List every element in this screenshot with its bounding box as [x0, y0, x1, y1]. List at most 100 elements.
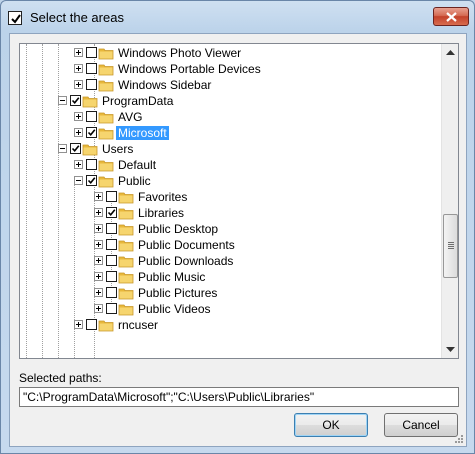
tree-item[interactable]: Favorites	[20, 189, 440, 205]
resize-grip-icon[interactable]	[454, 434, 464, 444]
tree-item[interactable]: ProgramData	[20, 93, 440, 109]
folder-icon	[98, 61, 114, 77]
tree-checkbox[interactable]	[86, 63, 97, 74]
expand-icon[interactable]	[94, 304, 103, 313]
scroll-up-button[interactable]	[442, 44, 458, 61]
expand-icon[interactable]	[74, 112, 83, 121]
checkbox-app-icon	[8, 11, 22, 25]
tree-item-label[interactable]: Windows Photo Viewer	[116, 46, 243, 60]
tree-item-label[interactable]: Public Music	[136, 270, 207, 284]
folder-icon	[98, 109, 114, 125]
tree-item-label[interactable]: Default	[116, 158, 158, 172]
tree-item-label[interactable]: Users	[100, 142, 135, 156]
expand-icon[interactable]	[74, 128, 83, 137]
tree-checkbox[interactable]	[106, 207, 117, 218]
tree-item-label[interactable]: Favorites	[136, 190, 189, 204]
thumb-grip-line	[448, 248, 454, 249]
tree-item-label[interactable]: Public Videos	[136, 302, 213, 316]
tree-item[interactable]: Public	[20, 173, 440, 189]
tree-item[interactable]: Microsoft	[20, 125, 440, 141]
folder-icon	[118, 301, 134, 317]
tree-item[interactable]: Public Music	[20, 269, 440, 285]
tree-item[interactable]: Public Videos	[20, 301, 440, 317]
ok-button[interactable]: OK	[294, 413, 368, 437]
tree-checkbox[interactable]	[70, 95, 81, 106]
thumb-grip-line	[448, 242, 454, 243]
tree-item-label[interactable]: Windows Portable Devices	[116, 62, 263, 76]
tree-checkbox[interactable]	[86, 79, 97, 90]
tree-checkbox[interactable]	[106, 303, 117, 314]
tree-item-label[interactable]: Microsoft	[116, 126, 169, 140]
expand-icon[interactable]	[94, 288, 103, 297]
tree-item-label[interactable]: Public Downloads	[136, 254, 235, 268]
expand-icon[interactable]	[94, 224, 103, 233]
tree-item[interactable]: Default	[20, 157, 440, 173]
tree-checkbox[interactable]	[106, 287, 117, 298]
expand-icon[interactable]	[74, 48, 83, 57]
window-title: Select the areas	[30, 10, 124, 25]
tree-item[interactable]: Users	[20, 141, 440, 157]
dialog-client-area: Windows Photo Viewer Windows Portable Dev…	[9, 33, 467, 447]
thumb-grip-line	[448, 246, 454, 247]
selected-paths-field[interactable]: "C:\ProgramData\Microsoft";"C:\Users\Pub…	[19, 387, 459, 407]
cancel-button[interactable]: Cancel	[384, 413, 458, 437]
expand-icon[interactable]	[74, 320, 83, 329]
tree-item-label[interactable]: rncuser	[116, 318, 160, 332]
tree-item-label[interactable]: Windows Sidebar	[116, 78, 213, 92]
collapse-icon[interactable]	[58, 144, 67, 153]
tree-checkbox[interactable]	[106, 191, 117, 202]
tree-item-label[interactable]: Public Desktop	[136, 222, 220, 236]
folder-icon	[118, 269, 134, 285]
tree-item-label[interactable]: Public	[116, 174, 153, 188]
tree-item-label[interactable]: Public Documents	[136, 238, 237, 252]
tree-item-label[interactable]: ProgramData	[100, 94, 175, 108]
tree-item[interactable]: Windows Sidebar	[20, 77, 440, 93]
folder-icon	[98, 317, 114, 333]
tree-item[interactable]: Public Downloads	[20, 253, 440, 269]
tree-item[interactable]: AVG	[20, 109, 440, 125]
tree-item[interactable]: Public Desktop	[20, 221, 440, 237]
scroll-thumb[interactable]	[443, 214, 458, 278]
scroll-down-button[interactable]	[442, 341, 458, 358]
folder-icon	[118, 221, 134, 237]
expand-icon[interactable]	[74, 160, 83, 169]
expand-icon[interactable]	[94, 256, 103, 265]
tree-checkbox[interactable]	[106, 271, 117, 282]
expand-icon[interactable]	[94, 240, 103, 249]
tree-item-label[interactable]: Public Pictures	[136, 286, 219, 300]
tree-item[interactable]: Windows Portable Devices	[20, 61, 440, 77]
tree-checkbox[interactable]	[86, 47, 97, 58]
expand-icon[interactable]	[74, 80, 83, 89]
tree-checkbox[interactable]	[86, 159, 97, 170]
collapse-icon[interactable]	[58, 96, 67, 105]
tree-checkbox[interactable]	[70, 143, 81, 154]
expand-icon[interactable]	[94, 208, 103, 217]
dialog-window: Select the areas Windows Photo Viewer Win…	[0, 0, 475, 454]
folder-tree[interactable]: Windows Photo Viewer Windows Portable Dev…	[19, 43, 459, 359]
tree-checkbox[interactable]	[106, 223, 117, 234]
expand-icon[interactable]	[74, 64, 83, 73]
tree-checkbox[interactable]	[86, 127, 97, 138]
vertical-scrollbar[interactable]	[441, 44, 458, 358]
tree-item-label[interactable]: AVG	[116, 110, 144, 124]
expand-icon[interactable]	[94, 272, 103, 281]
tree-checkbox[interactable]	[106, 239, 117, 250]
folder-icon	[98, 173, 114, 189]
title-bar[interactable]: Select the areas	[1, 1, 474, 34]
tree-checkbox[interactable]	[106, 255, 117, 266]
tree-checkbox[interactable]	[86, 111, 97, 122]
tree-item[interactable]: rncuser	[20, 317, 440, 333]
tree-checkbox[interactable]	[86, 319, 97, 330]
tree-item[interactable]: Public Documents	[20, 237, 440, 253]
collapse-icon[interactable]	[74, 176, 83, 185]
tree-item[interactable]: Public Pictures	[20, 285, 440, 301]
tree-checkbox[interactable]	[86, 175, 97, 186]
close-button[interactable]	[433, 7, 469, 26]
folder-icon	[82, 141, 98, 157]
chevron-up-icon	[446, 50, 455, 55]
tree-item[interactable]: Libraries	[20, 205, 440, 221]
expand-icon[interactable]	[94, 192, 103, 201]
folder-icon	[98, 77, 114, 93]
tree-item[interactable]: Windows Photo Viewer	[20, 45, 440, 61]
tree-item-label[interactable]: Libraries	[136, 206, 186, 220]
